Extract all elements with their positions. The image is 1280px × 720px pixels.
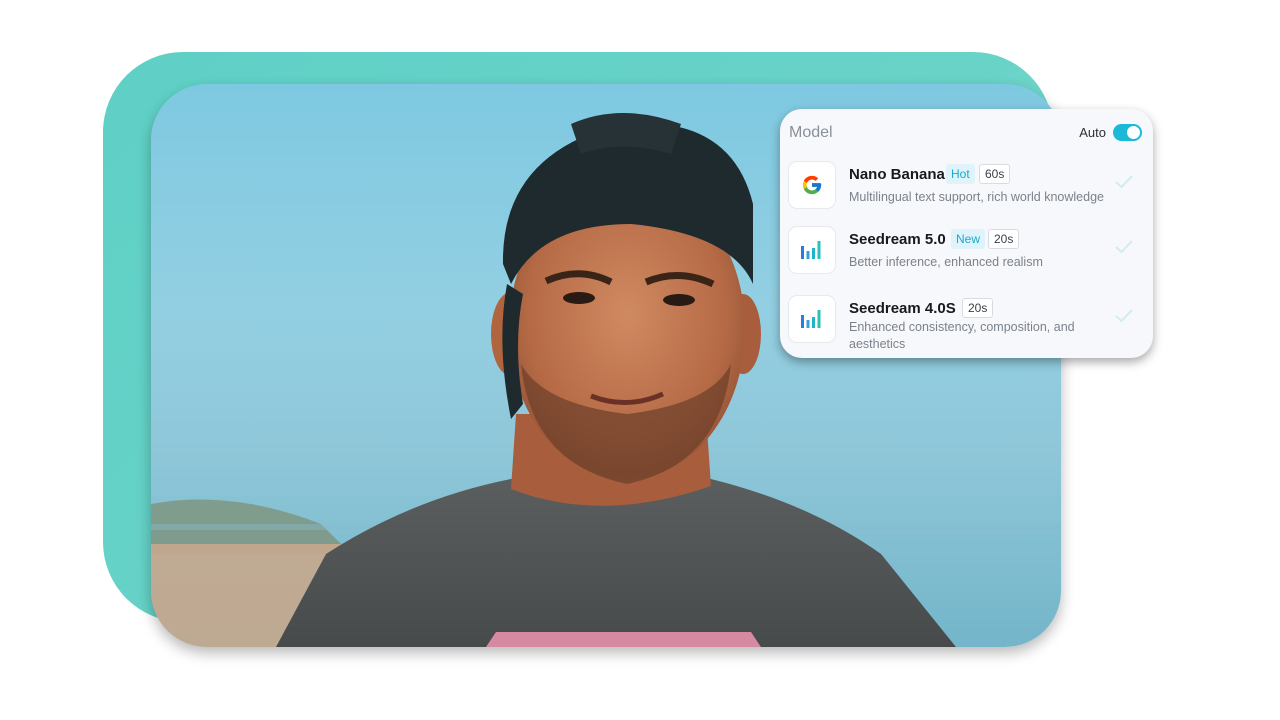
model-description: Better inference, enhanced realism: [849, 255, 1043, 269]
model-selector-panel: Model Auto Nano Banana Hot 60s Multiling…: [780, 109, 1153, 358]
auto-label: Auto: [1079, 125, 1106, 140]
hot-badge: Hot: [946, 164, 975, 184]
model-description: Enhanced consistency, composition, and a…: [849, 320, 1075, 351]
model-option-seedream-4s[interactable]: Seedream 4.0S 20s Enhanced consistency, …: [780, 295, 1153, 357]
model-option-seedream-5[interactable]: Seedream 5.0 New 20s Better inference, e…: [780, 226, 1153, 288]
model-name: Nano Banana: [849, 166, 945, 183]
google-icon: [788, 161, 836, 209]
check-icon: [1115, 175, 1133, 189]
new-badge: New: [951, 229, 986, 249]
model-description: Multilingual text support, rich world kn…: [849, 190, 1104, 204]
seedream-bars-icon: [788, 295, 836, 343]
model-name: Seedream 4.0S: [849, 300, 956, 317]
model-option-nano-banana[interactable]: Nano Banana Hot 60s Multilingual text su…: [780, 161, 1153, 223]
toggle-knob: [1127, 126, 1140, 139]
time-badge: 20s: [988, 229, 1020, 249]
check-icon: [1115, 309, 1133, 323]
seedream-bars-icon: [788, 226, 836, 274]
model-name: Seedream 5.0: [849, 231, 946, 248]
panel-title: Model: [789, 124, 833, 141]
auto-toggle[interactable]: [1113, 124, 1142, 141]
check-icon: [1115, 240, 1133, 254]
time-badge: 60s: [979, 164, 1011, 184]
time-badge: 20s: [962, 298, 994, 318]
